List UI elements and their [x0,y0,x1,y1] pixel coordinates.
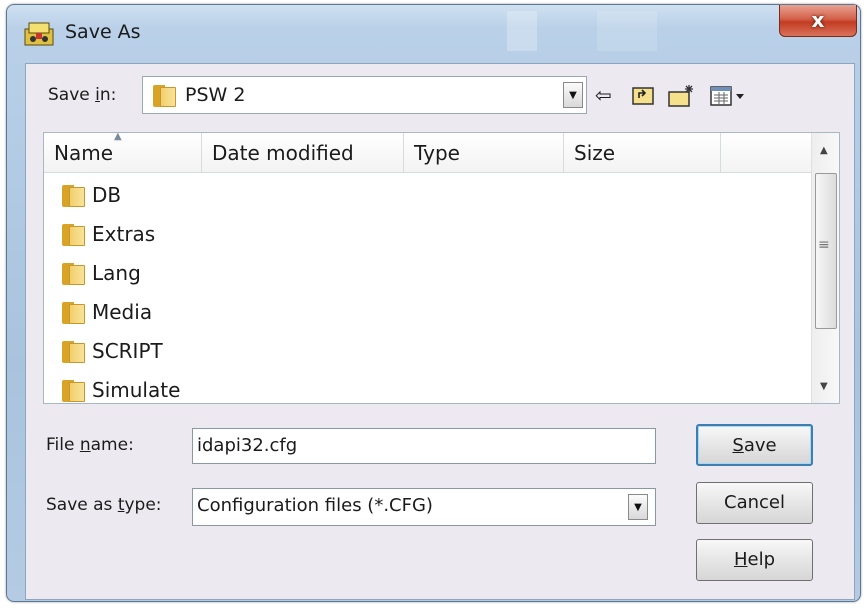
folder-icon [153,85,177,107]
save-as-type-combo[interactable]: Configuration files (*.CFG) [192,488,656,526]
save-in-dropdown-button[interactable]: ▼ [563,82,583,108]
help-button[interactable]: Help [696,539,813,581]
column-header-date-modified[interactable]: Date modified [202,133,404,173]
list-item-label: Lang [92,261,141,285]
back-arrow-icon[interactable]: ⇦ [595,84,612,106]
list-item-label: Extras [92,222,156,246]
column-header-type[interactable]: Type [404,133,564,173]
save-in-label: Save in: [48,85,117,105]
save-in-value: PSW 2 [185,84,246,106]
app-icon [24,22,54,46]
list-item-label: SCRIPT [92,339,163,363]
cancel-button[interactable]: Cancel [696,482,813,524]
folder-icon [62,341,86,363]
column-size-label: Size [574,141,616,165]
column-header-size[interactable]: Size [564,133,721,173]
vertical-scrollbar[interactable]: ▲ ≡ ▼ [811,133,839,403]
column-header-name[interactable]: ▲ Name [44,133,202,173]
scroll-down-icon[interactable]: ▼ [820,381,828,392]
column-name-label: Name [54,141,114,165]
column-type-label: Type [414,141,460,165]
list-item-label: DB [92,183,122,207]
scroll-grip-icon: ≡ [818,237,830,253]
save-as-type-label: Save as type: [46,495,162,515]
save-button[interactable]: Save [696,424,813,466]
sort-ascending-icon: ▲ [114,132,122,142]
up-folder-icon[interactable] [631,84,655,106]
folder-icon [62,302,86,324]
dialog-body: Save in: PSW 2 ▼ ⇦ ▲ Name Date modified … [25,63,855,600]
folder-icon [62,380,86,402]
save-as-dialog: Save As x Save in: PSW 2 ▼ ⇦ ▲ Name Date… [6,4,861,602]
folder-icon [62,224,86,246]
column-date-label: Date modified [212,141,354,165]
column-header-empty [721,133,813,173]
file-name-input[interactable]: idapi32.cfg [192,428,656,464]
folder-icon [62,263,86,285]
save-as-type-dropdown-button[interactable]: ▼ [628,494,648,520]
dialog-title: Save As [65,21,141,43]
file-list[interactable]: ▲ Name Date modified Type Size DB Extras [43,132,840,404]
list-item-label: Media [92,300,153,324]
folder-icon [62,185,86,207]
view-menu-icon[interactable] [710,84,750,108]
new-folder-icon[interactable] [667,84,695,108]
list-item-label: Simulate [92,378,181,402]
glass-reflection [597,11,657,51]
file-name-label: File name: [46,435,134,455]
save-as-type-value: Configuration files (*.CFG) [197,495,433,516]
glass-reflection [507,11,537,51]
scroll-up-icon[interactable]: ▲ [820,145,828,156]
save-in-combo[interactable]: PSW 2 ▼ [142,76,587,114]
close-button[interactable]: x [779,5,857,37]
